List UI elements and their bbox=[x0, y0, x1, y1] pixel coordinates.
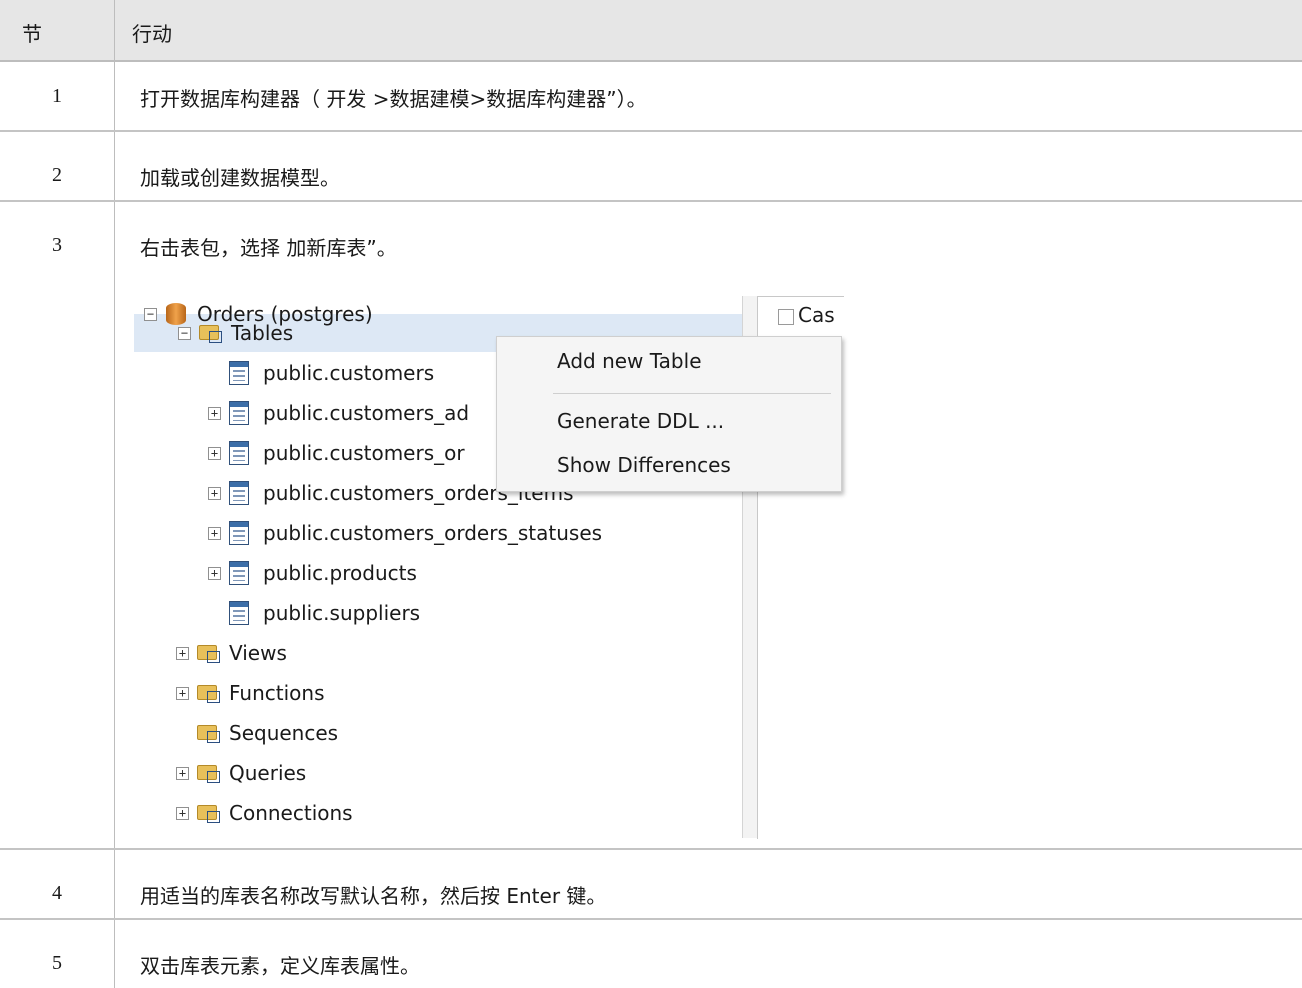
table-icon bbox=[229, 481, 249, 505]
tree-label-folder: Functions bbox=[229, 681, 325, 705]
tree-label-tables: Tables bbox=[231, 321, 294, 345]
context-menu: Add new Table Generate DDL ... Show Diff… bbox=[496, 336, 842, 492]
expand-icon[interactable]: + bbox=[176, 766, 189, 780]
table-icon bbox=[229, 361, 249, 385]
connections-folder-icon bbox=[197, 803, 221, 823]
expand-icon[interactable]: + bbox=[208, 446, 221, 460]
tree-label-table: public.customers_ad bbox=[263, 401, 470, 425]
expand-icon[interactable]: + bbox=[176, 806, 189, 820]
tree-label-folder: Views bbox=[229, 641, 287, 665]
expand-icon[interactable]: + bbox=[208, 406, 221, 420]
row-5-section: 5 bbox=[52, 952, 62, 974]
tree-label-folder: Connections bbox=[229, 801, 353, 825]
row-4-section: 4 bbox=[52, 882, 62, 904]
tree-item-connections[interactable]: + Connections bbox=[176, 793, 353, 833]
checkbox-label: Cas bbox=[798, 303, 835, 327]
row-2-section: 2 bbox=[52, 164, 62, 186]
tree-label-table: public.customers bbox=[263, 361, 435, 385]
tree-item-tables[interactable]: − Tables bbox=[178, 313, 293, 353]
menu-separator bbox=[553, 393, 831, 394]
sequences-folder-icon bbox=[197, 723, 221, 743]
tree-item-table[interactable]: + public.customers_or bbox=[208, 433, 465, 473]
tree-label-table: public.customers_or bbox=[263, 441, 465, 465]
table-icon bbox=[229, 561, 249, 585]
menu-item-add-new-table[interactable]: Add new Table bbox=[557, 349, 702, 373]
header-action: 行动 bbox=[132, 22, 172, 46]
table-header: 节 行动 bbox=[0, 0, 1302, 62]
row-5-action: 双击库表元素，定义库表属性。 bbox=[140, 954, 420, 978]
expand-icon[interactable]: + bbox=[208, 486, 221, 500]
row-divider bbox=[0, 848, 1302, 850]
tree-item-table[interactable]: + public.customers_ad bbox=[208, 393, 469, 433]
views-folder-icon bbox=[197, 643, 221, 663]
table-icon bbox=[229, 401, 249, 425]
collapse-icon[interactable]: − bbox=[178, 326, 191, 340]
header-section: 节 bbox=[22, 22, 42, 46]
table-folder-icon bbox=[199, 323, 223, 343]
row-3-section: 3 bbox=[52, 234, 62, 256]
collapse-icon[interactable]: − bbox=[144, 307, 157, 321]
queries-folder-icon bbox=[197, 763, 221, 783]
row-4-action: 用适当的库表名称改写默认名称，然后按 Enter 键。 bbox=[140, 884, 607, 908]
column-divider bbox=[114, 0, 115, 988]
table-icon bbox=[229, 441, 249, 465]
expand-icon[interactable]: + bbox=[176, 646, 189, 660]
tree-item-views[interactable]: + Views bbox=[176, 633, 287, 673]
functions-folder-icon bbox=[197, 683, 221, 703]
database-builder-screenshot: − Orders (postgres) − Tables public.cust… bbox=[134, 296, 844, 839]
tree-label-table: public.suppliers bbox=[263, 601, 421, 625]
checkbox[interactable] bbox=[778, 309, 794, 325]
tree-label-table: public.customers_orders_statuses bbox=[263, 521, 603, 545]
row-divider bbox=[0, 918, 1302, 920]
row-1-action: 打开数据库构建器（ 开发 >数据建模>数据库构建器”）。 bbox=[140, 87, 647, 111]
row-3-action: 右击表包，选择 加新库表”。 bbox=[140, 236, 397, 260]
tree-label-folder: Sequences bbox=[229, 721, 339, 745]
expand-icon[interactable]: + bbox=[208, 566, 221, 580]
tree-item-functions[interactable]: + Functions bbox=[176, 673, 325, 713]
table-icon bbox=[229, 521, 249, 545]
tree-item-sequences[interactable]: Sequences bbox=[176, 713, 338, 753]
row-divider bbox=[0, 130, 1302, 132]
row-divider bbox=[0, 200, 1302, 202]
tree-item-table[interactable]: + public.customers_orders_statuses bbox=[208, 513, 602, 553]
row-1-section: 1 bbox=[52, 85, 62, 107]
tree-label-folder: Queries bbox=[229, 761, 307, 785]
tree-item-table[interactable]: + public.products bbox=[208, 553, 417, 593]
expand-icon[interactable]: + bbox=[176, 686, 189, 700]
expand-icon[interactable]: + bbox=[208, 526, 221, 540]
menu-item-show-differences[interactable]: Show Differences bbox=[557, 453, 731, 477]
tree-item-queries[interactable]: + Queries bbox=[176, 753, 306, 793]
tree-item-table[interactable]: public.customers bbox=[208, 353, 434, 393]
tree-label-table: public.products bbox=[263, 561, 417, 585]
tree-item-table[interactable]: public.suppliers bbox=[208, 593, 420, 633]
table-icon bbox=[229, 601, 249, 625]
menu-item-generate-ddl[interactable]: Generate DDL ... bbox=[557, 409, 724, 433]
row-2-action: 加载或创建数据模型。 bbox=[140, 166, 340, 190]
